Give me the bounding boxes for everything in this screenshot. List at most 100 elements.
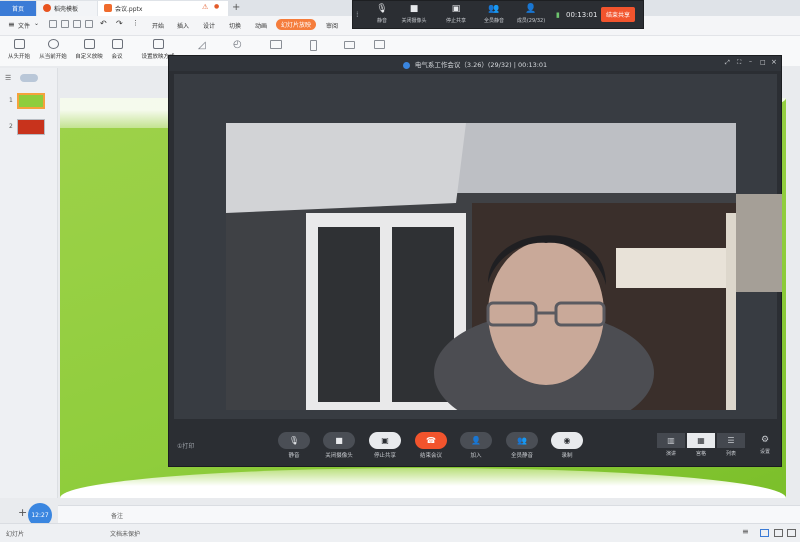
- share-screen-icon[interactable]: [374, 40, 385, 49]
- status-protect[interactable]: 文档未保护: [110, 529, 140, 538]
- from-beginning-button[interactable]: 从头开始: [2, 38, 36, 64]
- format-painter-icon[interactable]: [85, 20, 93, 28]
- menu-file[interactable]: 文件: [18, 21, 30, 30]
- float-member-icon: 👤: [525, 4, 537, 14]
- float-stop-share-button[interactable]: ▣ 停止共享: [441, 4, 471, 24]
- video-record-icon[interactable]: [344, 41, 355, 49]
- float-members-button[interactable]: 👤 成员(29/32): [513, 4, 549, 24]
- custom-show-icon: [83, 39, 95, 49]
- float-mute-all-label: 全员静音: [483, 18, 504, 24]
- notes-pane[interactable]: 备注: [58, 505, 800, 523]
- tab-document[interactable]: 会议.pptx ⚠ ●: [98, 1, 228, 16]
- custom-show-label: 自定义放映: [75, 54, 103, 60]
- menu-hamburger-icon[interactable]: ≡: [8, 20, 15, 29]
- meeting-timer: 00:13:01: [566, 11, 598, 19]
- float-mute-all-button[interactable]: 👥 全员静音: [479, 4, 509, 24]
- meeting-icon: [111, 39, 123, 49]
- more-icon[interactable]: ⋮: [132, 19, 139, 27]
- monitor-icon[interactable]: [270, 40, 282, 49]
- menu-insert[interactable]: 插入: [177, 21, 189, 30]
- add-user-icon: 👤: [460, 432, 492, 449]
- outline-toggle-icon[interactable]: ☰: [5, 74, 11, 82]
- join-button[interactable]: 👤 加入: [459, 432, 493, 462]
- camera-off-button[interactable]: ■ 关闭摄像头: [322, 432, 356, 462]
- end-meeting-button[interactable]: ☎ 结束会议: [414, 432, 448, 462]
- slide-panel: ☰ 1 2: [0, 68, 58, 498]
- record-label: 录制: [561, 453, 573, 459]
- meeting-button[interactable]: 会议: [102, 38, 132, 64]
- list-view-button[interactable]: ☰ 列表: [717, 433, 745, 457]
- undo-icon[interactable]: ↶: [100, 19, 107, 28]
- menu-transition[interactable]: 切换: [229, 21, 241, 30]
- speaker-view-icon: ▥: [657, 433, 685, 448]
- preview-icon[interactable]: [73, 20, 81, 28]
- timer-icon[interactable]: ◴: [233, 39, 242, 50]
- print-icon[interactable]: [61, 20, 69, 28]
- list-view-icon: ☰: [717, 433, 745, 448]
- menu-review[interactable]: 审阅: [326, 21, 338, 30]
- tab-templates[interactable]: 稻壳模板: [37, 1, 97, 16]
- float-stop-share-label: 停止共享: [445, 18, 466, 24]
- grid-view-button[interactable]: ▦ 宫格: [687, 433, 715, 457]
- add-slide-button[interactable]: +: [18, 506, 27, 519]
- save-icon[interactable]: [49, 20, 57, 28]
- record-button[interactable]: ◉ 录制: [550, 432, 584, 462]
- menu-animation[interactable]: 动画: [255, 21, 267, 30]
- float-members-label: 成员(29/32): [516, 18, 546, 24]
- grid-view-label: 宫格: [695, 451, 706, 457]
- mute-all-button[interactable]: 👥 全员静音: [505, 432, 539, 462]
- chevron-down-icon[interactable]: ⌄: [34, 20, 39, 27]
- signal-icon: ▮: [556, 11, 560, 19]
- slide-thumbnail-2[interactable]: [17, 119, 45, 135]
- side-video[interactable]: [736, 194, 782, 292]
- maximize-icon[interactable]: □: [760, 59, 766, 66]
- setup-show-icon: [152, 39, 164, 49]
- reading-view-icon[interactable]: [787, 529, 796, 537]
- expand-icon[interactable]: ⤢: [725, 59, 730, 67]
- end-share-button[interactable]: 结束共享: [601, 7, 636, 22]
- custom-show-button[interactable]: 自定义放映: [72, 38, 106, 64]
- float-camera-icon: ■: [409, 4, 419, 14]
- meeting-control-bar: ①打印 🎙 静音 ■ 关闭摄像头 ▣ 停止共享 ☎ 结束会议 👤 加入 👥 全员静音 ◉ 录制…: [169, 426, 781, 466]
- participant-video[interactable]: [226, 123, 736, 410]
- meeting-logo-icon: [402, 61, 410, 69]
- normal-view-icon[interactable]: [760, 529, 769, 537]
- sorter-view-icon[interactable]: [774, 529, 783, 537]
- gear-icon: ⚙: [760, 435, 770, 445]
- video-area: [174, 74, 782, 419]
- slide-number-1: 1: [9, 97, 13, 104]
- stop-share-button[interactable]: ▣ 停止共享: [368, 432, 402, 462]
- pptx-file-icon: [104, 4, 112, 12]
- new-tab-button[interactable]: +: [232, 2, 240, 13]
- slide-thumbnail-1[interactable]: [17, 93, 45, 109]
- close-icon[interactable]: ×: [771, 58, 777, 66]
- settings-button[interactable]: ⚙ 设置: [751, 433, 779, 455]
- join-label: 加入: [470, 453, 482, 459]
- phone-icon[interactable]: [310, 40, 317, 51]
- tab-home[interactable]: 首页: [0, 1, 36, 16]
- from-current-button[interactable]: 从当前开始: [36, 38, 70, 64]
- drag-handle[interactable]: ⁞: [356, 10, 359, 19]
- play-icon: [47, 39, 59, 49]
- status-slides: 幻灯片: [6, 531, 25, 538]
- camera-off-label: 关闭摄像头: [325, 453, 353, 459]
- fullscreen-icon[interactable]: ⛶: [737, 59, 741, 67]
- menu-design[interactable]: 设计: [203, 21, 215, 30]
- slides-view-toggle[interactable]: [20, 74, 38, 82]
- menu-slideshow[interactable]: 幻灯片放映: [276, 19, 317, 30]
- mute-label: 静音: [288, 453, 300, 459]
- slide-number-2: 2: [9, 123, 13, 130]
- float-mute-button[interactable]: 🎙 静音: [367, 4, 397, 24]
- warning-icon: ⚠: [202, 3, 209, 11]
- notes-toggle-icon[interactable]: ≡: [742, 527, 749, 536]
- speaker-view-button[interactable]: ▥ 演讲: [657, 433, 685, 457]
- minimize-icon[interactable]: –: [749, 58, 752, 65]
- settings-label: 设置: [759, 449, 770, 455]
- chart-icon[interactable]: ◿: [198, 40, 206, 51]
- float-camera-button[interactable]: ■ 关闭摄像头: [399, 4, 429, 24]
- redo-icon[interactable]: ↷: [116, 19, 123, 28]
- mute-button[interactable]: 🎙 静音: [277, 432, 311, 462]
- tab-templates-label: 稻壳模板: [54, 6, 79, 13]
- menu-start[interactable]: 开始: [152, 21, 164, 30]
- meeting-label: 会议: [111, 54, 123, 60]
